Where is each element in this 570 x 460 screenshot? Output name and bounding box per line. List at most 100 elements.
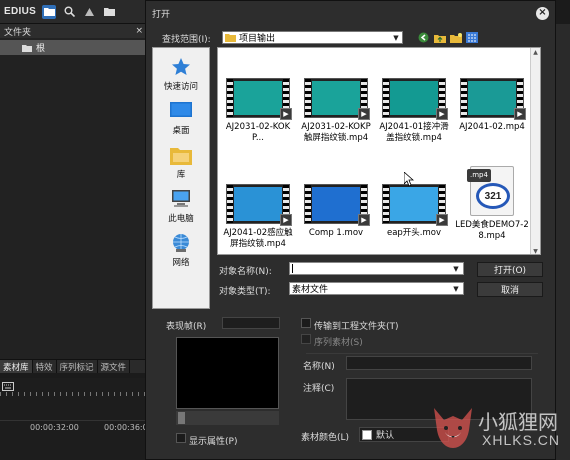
star-icon <box>169 56 193 78</box>
tab-source[interactable]: 源文件 <box>98 360 131 373</box>
lookin-dropdown[interactable]: 项目输出 ▼ <box>222 31 403 44</box>
up-icon[interactable] <box>82 5 96 19</box>
slider-knob[interactable] <box>178 412 185 424</box>
search-icon[interactable] <box>62 5 76 19</box>
video-badge-icon: ▶ <box>358 214 370 226</box>
transfer-checkbox[interactable] <box>301 318 311 328</box>
thumbnail-image <box>312 81 360 115</box>
film-strip <box>227 185 233 223</box>
place-label: 库 <box>176 170 186 180</box>
filetype-label: 对象类型(T): <box>219 287 271 297</box>
file-item[interactable]: .mp4 321 LED美食DEMO7-28.mp4 <box>454 166 530 242</box>
file-item[interactable]: ▶ AJ2031-02-KOKP触屏指纹锁.mp4 <box>298 78 374 144</box>
preview-frame-label: 表现帧(R) <box>166 322 207 332</box>
preview-frame-field[interactable] <box>222 317 280 329</box>
file-name: LED美食DEMO7-28.mp4 <box>455 220 529 241</box>
file-item[interactable]: ▶ Comp 1.mov <box>298 184 374 239</box>
new-folder-icon[interactable] <box>449 31 462 44</box>
place-desktop[interactable]: 桌面 <box>153 100 209 136</box>
scroll-up-icon[interactable]: ▲ <box>531 48 540 57</box>
file-item[interactable]: ▶ AJ2041-02.mp4 <box>454 78 530 133</box>
right-panel-edge <box>555 24 570 460</box>
transfer-label: 传输到工程文件夹(T) <box>314 322 399 332</box>
file-list: ▶ AJ2031-02-KOKP... ▶ AJ2031-02-KOKP触屏指纹锁.m… <box>217 47 541 255</box>
file-item[interactable]: ▶ AJ2041-01接冲滑盖指纹锁.mp4 <box>376 78 452 144</box>
file-name: AJ2031-02-KOKP... <box>225 122 291 143</box>
film-strip <box>305 79 311 117</box>
chevron-down-icon: ▼ <box>393 33 399 42</box>
thumbnail-image <box>390 187 438 221</box>
bottom-tabs: 素材库 特效 序列标记 源文件 <box>0 359 148 373</box>
lookin-value: 项目输出 <box>239 34 276 44</box>
file-item[interactable]: ▶ eap开头.mov <box>376 184 452 239</box>
video-thumbnail: ▶ <box>382 78 448 120</box>
video-badge-icon: ▶ <box>436 214 448 226</box>
video-thumbnail: ▶ <box>460 78 526 120</box>
edius-toolbar: EDIUS <box>0 0 145 24</box>
timeline-area: 00:00:32:00 00:00:36:00 <box>0 378 153 460</box>
up-folder-icon[interactable] <box>433 31 446 44</box>
place-label: 桌面 <box>172 126 190 136</box>
file-name: AJ2041-02感应触屏指纹锁.mp4 <box>223 228 293 249</box>
file-name: AJ2031-02-KOKP触屏指纹锁.mp4 <box>301 122 371 143</box>
file-item[interactable]: ▶ AJ2041-02感应触屏指纹锁.mp4 <box>220 184 296 250</box>
close-icon[interactable]: × <box>536 6 549 20</box>
film-strip <box>227 79 233 117</box>
video-thumbnail: ▶ <box>226 184 292 226</box>
tab-sequence-markers[interactable]: 序列标记 <box>57 360 98 373</box>
text-caret <box>292 264 293 273</box>
edius-logo: EDIUS <box>4 6 37 17</box>
name-label: 名称(N) <box>303 362 335 372</box>
video-thumbnail: ▶ <box>304 184 370 226</box>
back-icon[interactable] <box>417 31 430 44</box>
sequence-checkbox[interactable] <box>301 334 311 344</box>
folder-view-icon[interactable] <box>42 4 57 19</box>
film-strip <box>461 79 467 117</box>
bin-panel: 文件夹 × 根 <box>0 24 148 360</box>
file-name: AJ2041-02.mp4 <box>459 122 525 132</box>
chevron-down-icon[interactable]: ▼ <box>451 263 461 274</box>
lookin-label: 查找范围(I): <box>162 35 211 45</box>
place-quick-access[interactable]: 快速访问 <box>153 56 209 92</box>
view-menu-icon[interactable] <box>465 31 478 44</box>
preview-slider[interactable] <box>176 411 279 425</box>
show-properties-checkbox[interactable] <box>176 433 186 443</box>
thumbnail-image <box>468 81 516 115</box>
thumbnail-image <box>390 81 438 115</box>
video-badge-icon: ▶ <box>514 108 526 120</box>
cancel-button[interactable]: 取消 <box>477 282 543 297</box>
file-list-scrollbar[interactable]: ▲ ▼ <box>530 48 540 254</box>
file-item[interactable]: ▶ AJ2031-02-KOKP... <box>220 78 296 144</box>
thumbnail-image <box>312 187 360 221</box>
open-dialog: 打开 × 查找范围(I): 项目输出 ▼ 快速访问 桌面 库 此电脑 网络 ▶ … <box>145 0 556 460</box>
filename-input[interactable]: ▼ <box>289 262 464 275</box>
bin-close-icon[interactable]: × <box>135 26 143 36</box>
preview-window <box>176 337 279 409</box>
lookin-toolbar <box>417 31 478 44</box>
video-thumbnail: ▶ <box>226 78 292 120</box>
open-button[interactable]: 打开(O) <box>477 262 543 277</box>
library-icon <box>169 144 193 166</box>
place-network[interactable]: 网络 <box>153 232 209 268</box>
fox-logo-icon <box>434 408 472 448</box>
name-field[interactable] <box>346 356 532 370</box>
mp4-file-icon: .mp4 321 <box>467 166 514 216</box>
video-thumbnail: ▶ <box>304 78 370 120</box>
bin-root-label: 根 <box>36 44 46 54</box>
new-folder-icon[interactable] <box>102 5 116 19</box>
bin-root-item[interactable]: 根 <box>0 40 147 55</box>
place-this-pc[interactable]: 此电脑 <box>153 188 209 224</box>
timeline-ruler[interactable]: 00:00:32:00 00:00:36:00 <box>0 420 153 438</box>
comment-label: 注释(C) <box>303 384 335 394</box>
show-properties-label: 显示属性(P) <box>189 437 238 447</box>
file-ext-tag: .mp4 <box>467 169 491 182</box>
place-libraries[interactable]: 库 <box>153 144 209 180</box>
tab-effects[interactable]: 特效 <box>33 360 57 373</box>
timecode-label: 00:00:32:00 <box>30 423 79 432</box>
film-strip <box>383 185 389 223</box>
media-player-logo: 321 <box>476 183 510 209</box>
scroll-down-icon[interactable]: ▼ <box>531 247 540 254</box>
tab-bin[interactable]: 素材库 <box>0 360 33 373</box>
filetype-dropdown[interactable]: 素材文件 ▼ <box>289 282 464 295</box>
timeline-ticks <box>0 392 148 396</box>
